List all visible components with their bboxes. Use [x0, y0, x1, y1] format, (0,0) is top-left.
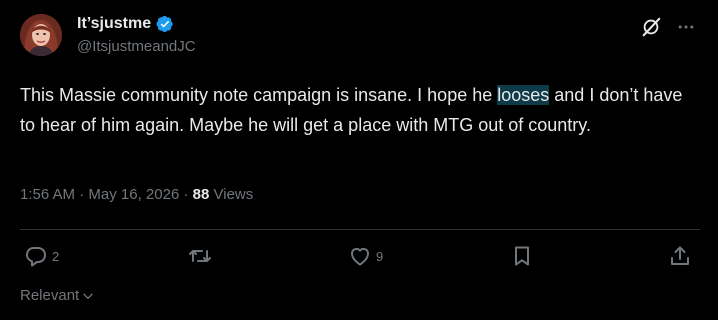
like-icon: [350, 247, 370, 266]
tweet-top-actions: [640, 16, 696, 38]
repost-button[interactable]: [188, 244, 216, 268]
meta-separator: ·: [79, 186, 85, 203]
reply-icon: [26, 247, 46, 267]
share-icon: [671, 246, 689, 265]
tweet-metadata: 1:56 AM · May 16, 2026 · 88 Views: [20, 186, 253, 203]
views-label: Views: [213, 186, 254, 203]
author-handle[interactable]: @ItsjustmeandJC: [77, 38, 196, 55]
bookmark-button[interactable]: [510, 244, 534, 268]
tweet-date[interactable]: May 16, 2026: [88, 186, 179, 203]
tweet-time[interactable]: 1:56 AM: [20, 186, 75, 203]
more-icon[interactable]: [676, 17, 696, 37]
avatar[interactable]: [20, 14, 62, 56]
reply-count: 2: [52, 248, 60, 264]
tweet-text: This Massie community note campaign is i…: [20, 80, 700, 140]
verified-badge-icon: [156, 15, 173, 33]
bookmark-icon: [515, 246, 529, 266]
meta-separator: ·: [183, 186, 189, 203]
chevron-down-icon: [83, 293, 93, 299]
avatar-image: [20, 14, 62, 56]
share-button[interactable]: [668, 244, 692, 268]
tweet-detail: It’sjustme @ItsjustmeandJC This Massie c…: [0, 0, 718, 320]
tweet-action-bar: 2 9: [20, 244, 700, 274]
sort-replies-dropdown[interactable]: Relevant: [20, 287, 95, 304]
grok-icon[interactable]: [640, 16, 662, 38]
repost-icon: [189, 250, 211, 262]
tweet-text-part: This Massie community note campaign is i…: [20, 85, 498, 105]
author-name-row: It’sjustme: [77, 13, 174, 35]
like-count: 9: [376, 248, 384, 264]
author-display-name[interactable]: It’sjustme: [77, 15, 151, 33]
highlighted-word: looses: [497, 85, 550, 105]
reply-button[interactable]: 2: [24, 244, 59, 268]
like-button[interactable]: 9: [348, 244, 383, 268]
sort-label: Relevant: [20, 287, 80, 304]
views-count: 88: [192, 186, 210, 203]
divider: [20, 229, 700, 230]
